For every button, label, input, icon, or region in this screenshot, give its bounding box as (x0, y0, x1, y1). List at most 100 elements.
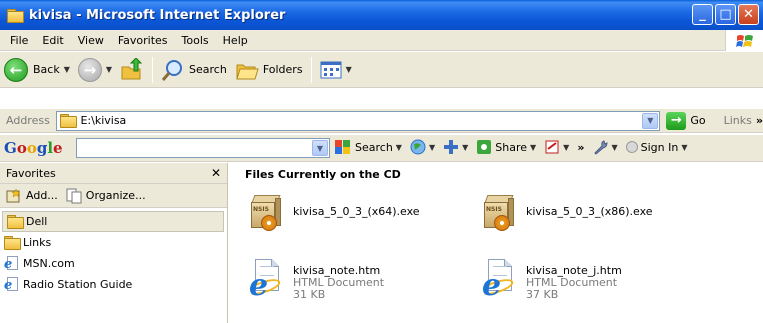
share-label: Share (495, 140, 528, 154)
window-title: kivisa - Microsoft Internet Explorer (29, 7, 286, 23)
favorites-header: Favorites ✕ (0, 163, 227, 184)
plus-icon (444, 140, 459, 154)
chevron-right-icon[interactable]: » (756, 114, 763, 127)
go-button[interactable]: → Go (666, 111, 706, 130)
add-label: Add... (26, 189, 58, 202)
file-item[interactable]: NSIS kivisa_5_0_3_(x86).exe (482, 193, 653, 233)
file-item[interactable]: e kivisa_note_j.htm HTML Document 37 KB (478, 259, 622, 301)
menu-bar: File Edit View Favorites Tools Help (0, 30, 763, 51)
address-label: Address (6, 114, 50, 127)
favorites-title: Favorites (6, 166, 56, 180)
back-button[interactable]: ← Back ▼ (0, 55, 74, 85)
file-size: 31 KB (293, 288, 326, 301)
chevron-down-icon[interactable]: ▼ (681, 143, 687, 152)
minimize-button[interactable]: _ (692, 4, 713, 25)
menu-favorites[interactable]: Favorites (118, 34, 168, 47)
organize-label: Organize... (85, 189, 146, 202)
chevron-down-icon[interactable]: ▼ (530, 143, 536, 152)
favorites-item-radio-station-guide[interactable]: e Radio Station Guide (0, 274, 227, 295)
folders-icon (236, 64, 259, 79)
address-input[interactable]: E:\kivisa ▼ (56, 110, 661, 131)
file-item[interactable]: NSIS kivisa_5_0_3_(x64).exe (249, 193, 420, 233)
nsis-installer-icon: NSIS (249, 193, 285, 233)
close-icon[interactable]: ✕ (211, 166, 221, 180)
favorites-item-dell[interactable]: Dell (2, 211, 224, 232)
search-label: Search (189, 63, 227, 76)
folder-icon (7, 215, 24, 229)
back-arrow-icon: ← (4, 57, 28, 82)
favorites-item-label: Dell (26, 215, 48, 228)
google-search-input[interactable]: ▼ (76, 138, 330, 158)
folder-icon (7, 8, 24, 23)
favorites-actions: Add... Organize... (0, 184, 227, 208)
go-arrow-icon: → (666, 111, 687, 130)
title-bar[interactable]: kivisa - Microsoft Internet Explorer _ □… (0, 0, 763, 30)
settings-button[interactable]: ▼ (592, 139, 618, 155)
toolbar-separator (310, 56, 312, 83)
folder-icon (60, 114, 78, 128)
menu-file[interactable]: File (10, 34, 28, 47)
favorites-pane: Favorites ✕ Add... Organize... Dell Link… (0, 163, 228, 323)
google-search-icon (335, 140, 350, 154)
links-button[interactable]: Links (724, 114, 752, 127)
file-name: kivisa_5_0_3_(x64).exe (293, 205, 420, 218)
favorites-item-label: Radio Station Guide (23, 278, 133, 291)
globe-button[interactable]: ▼ (410, 139, 435, 155)
close-button[interactable]: ✕ (738, 4, 759, 25)
menu-edit[interactable]: Edit (42, 34, 63, 47)
chevron-down-icon[interactable]: ▼ (462, 143, 468, 152)
chevron-down-icon[interactable]: ▼ (563, 143, 569, 152)
go-label: Go (690, 114, 706, 127)
page-title: Files Currently on the CD (245, 168, 401, 181)
menu-view[interactable]: View (78, 34, 104, 47)
chevron-down-icon[interactable]: ▼ (64, 65, 70, 74)
sign-in-button[interactable]: Sign In ▼ (625, 140, 687, 154)
address-value[interactable]: E:\kivisa (80, 114, 126, 127)
share-icon (477, 140, 492, 154)
chevron-down-icon[interactable]: ▼ (396, 143, 402, 152)
favorites-list: Dell Links e MSN.com e Radio Station Gui… (0, 208, 227, 295)
google-tools: Search ▼ ▼ ▼ Share ▼ ▼ » ▼ Sign In ▼ (334, 139, 695, 155)
sign-in-label: Sign In (640, 140, 679, 154)
nsis-installer-icon: NSIS (482, 193, 518, 233)
more-tools-button[interactable]: » (577, 141, 584, 154)
organize-favorites-button[interactable]: Organize... (66, 188, 146, 204)
ie-document-icon: e (245, 259, 285, 301)
google-search-button[interactable]: Search ▼ (334, 139, 402, 155)
menu-help[interactable]: Help (223, 34, 248, 47)
bookmark-button[interactable]: ▼ (544, 139, 569, 155)
add-favorite-button[interactable]: Add... (6, 187, 58, 204)
google-logo[interactable]: Google (4, 139, 76, 157)
favorites-item-label: MSN.com (23, 257, 75, 270)
chevron-down-icon[interactable]: ▼ (642, 112, 659, 129)
views-button[interactable]: ▼ (316, 55, 356, 85)
search-button[interactable]: Search (157, 55, 231, 85)
chevron-down-icon[interactable]: ▼ (346, 65, 352, 74)
ie-document-icon: e (478, 259, 518, 301)
chevron-down-icon[interactable]: ▼ (312, 140, 328, 156)
folders-button[interactable]: Folders (231, 55, 307, 85)
search-icon (161, 59, 183, 81)
toolbar-separator (152, 56, 154, 83)
add-button[interactable]: ▼ (443, 139, 468, 155)
file-item[interactable]: e kivisa_note.htm HTML Document 31 KB (245, 259, 384, 301)
windows-logo-icon (725, 30, 763, 51)
favorites-item-msn[interactable]: e MSN.com (0, 253, 227, 274)
favorites-item-links[interactable]: Links (0, 232, 227, 253)
content-area: Files Currently on the CD NSIS kivisa_5_… (229, 163, 763, 323)
back-label: Back (33, 63, 60, 76)
forward-button[interactable]: → ▼ (74, 55, 116, 85)
maximize-button[interactable]: □ (715, 4, 736, 25)
menu-tools[interactable]: Tools (182, 34, 209, 47)
file-name: kivisa_5_0_3_(x86).exe (526, 205, 653, 218)
address-bar: Address E:\kivisa ▼ → Go Links » (0, 109, 763, 133)
up-folder-icon (121, 57, 143, 79)
file-size: 37 KB (526, 288, 559, 301)
folders-label: Folders (262, 63, 303, 76)
chevron-down-icon[interactable]: ▼ (429, 143, 435, 152)
up-folder-button[interactable] (116, 55, 148, 85)
chevron-down-icon[interactable]: ▼ (611, 143, 617, 152)
chevron-down-icon[interactable]: ▼ (106, 65, 112, 74)
share-button[interactable]: Share ▼ (476, 139, 536, 155)
wrench-icon (594, 140, 608, 155)
